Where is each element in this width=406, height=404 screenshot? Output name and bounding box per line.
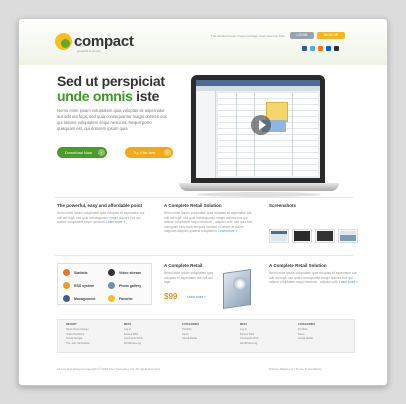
hero-title-highlight: unde omnis: [57, 88, 133, 104]
retail-text: Nemo enim ipsam voluptatem quia voluptas…: [164, 271, 214, 285]
signup-button[interactable]: SIGN UP: [317, 32, 345, 39]
photo-icon: [108, 282, 115, 289]
star-icon: [108, 295, 115, 302]
logo-text: compact: [74, 33, 134, 50]
laptop-screen: [191, 75, 325, 183]
footer-col-recent: RECENT News Fuser Design Video Portfolio…: [66, 323, 90, 347]
column-title-1: The powerful, easy and affordable point: [57, 203, 143, 208]
rss-icon: [63, 282, 70, 289]
column-text-1: Nemo enim ipsam voluptatem quia voluptas…: [57, 211, 145, 225]
logo-subtitle: powerful & simple: [77, 49, 101, 53]
price: $99: [164, 292, 178, 301]
flickr-icon[interactable]: [326, 46, 331, 51]
feature-management[interactable]: Management: [63, 295, 95, 302]
footer-link[interactable]: News Fuser Design: [66, 328, 90, 333]
feature-photo-gallery[interactable]: Photo gallery: [108, 282, 141, 289]
free-trial-button[interactable]: Try it for free ›: [125, 147, 173, 158]
footer-link[interactable]: WordPress.org: [240, 342, 259, 347]
learn-more-link[interactable]: Learn more »: [339, 280, 358, 284]
product-box-image: [217, 267, 259, 311]
laptop-base: [179, 183, 339, 191]
footer-link[interactable]: Social Media: [298, 337, 315, 342]
twitter-icon[interactable]: [310, 46, 315, 51]
screenshot-thumb[interactable]: [315, 229, 335, 243]
arrow-right-icon: ›: [98, 149, 105, 156]
feature-favorite[interactable]: Favorite: [108, 295, 133, 302]
laptop-screenshot: [179, 75, 339, 199]
header-tagline: The detailed Cover Image package: load m…: [211, 34, 286, 38]
delicious-icon[interactable]: [334, 46, 339, 51]
column-text-2: Nemo enim ipsam voluptatem quia voluptas…: [164, 211, 253, 234]
learn-more-link[interactable]: Learn more »: [187, 295, 206, 299]
screenshot-thumb[interactable]: [269, 229, 289, 243]
footer-links: RECENT News Fuser Design Video Portfolio…: [57, 319, 355, 353]
hero-text: Nemo enim ipsam voluptatem quia voluptas…: [57, 108, 167, 131]
features-box: Statistic Video stream RSS system Photo …: [57, 263, 152, 305]
divider: [55, 255, 353, 256]
feature-rss-system[interactable]: RSS system: [63, 282, 94, 289]
footer-link[interactable]: Comments RSS: [240, 337, 259, 342]
header: compact powerful & simple The detailed C…: [19, 19, 387, 65]
facebook-icon[interactable]: [302, 46, 307, 51]
screenshot-thumb[interactable]: [338, 229, 358, 243]
rss-icon[interactable]: [318, 46, 323, 51]
page-frame: compact powerful & simple The detailed C…: [18, 18, 388, 386]
login-button[interactable]: LOGIN: [290, 32, 314, 39]
divider: [55, 197, 353, 198]
learn-more-link[interactable]: Learn more »: [218, 229, 237, 233]
video-icon: [108, 269, 115, 276]
retail2-text: Nemo enim ipsam voluptatem quia voluptas…: [269, 271, 358, 285]
social-icons: [302, 46, 339, 51]
retail-title: A Complete Retail: [164, 263, 203, 268]
copyright-text: All text and design is copyright © 2010 …: [57, 367, 161, 371]
footer-col-categories: CATEGORIES Portfolio News Social Media: [182, 323, 199, 342]
footer-link[interactable]: WordPress.org: [124, 342, 143, 347]
chart-icon: [63, 269, 70, 276]
download-button[interactable]: Download Now ›: [57, 147, 107, 158]
footer-link[interactable]: The Jazz Sinfonietta: [66, 342, 90, 347]
hero-title: Sed ut perspiciat unde omnis iste: [57, 73, 165, 104]
footer-col-meta-2: META Log in Entries RSS Comments RSS Wor…: [240, 323, 259, 347]
footer-link[interactable]: Social Media: [182, 337, 199, 342]
learn-more-link[interactable]: Learn more »: [106, 220, 125, 224]
footer-col-categories-2: CATEGORIES Portfolio News Social Media: [298, 323, 315, 342]
feature-video-stream[interactable]: Video stream: [108, 269, 141, 276]
footer-legal-links[interactable]: Privacy Statement | Terms & Conditions: [269, 367, 322, 371]
user-icon: [63, 295, 70, 302]
footer-col-meta: META Log in Entries RSS Comments RSS Wor…: [124, 323, 143, 347]
footer-link[interactable]: Comments RSS: [124, 337, 143, 342]
arrow-right-icon: ›: [164, 149, 171, 156]
play-video-icon[interactable]: [251, 115, 271, 135]
screenshot-thumbnails: [269, 229, 358, 243]
logo[interactable]: compact: [55, 33, 134, 50]
feature-statistic[interactable]: Statistic: [63, 269, 88, 276]
screenshots-title: Screenshots: [269, 203, 297, 208]
retail2-title: A Complete Retail Solution: [269, 263, 327, 268]
screenshot-thumb[interactable]: [292, 229, 312, 243]
column-title-2: A Complete Retail Solution: [164, 203, 222, 208]
logo-icon: [55, 33, 72, 50]
